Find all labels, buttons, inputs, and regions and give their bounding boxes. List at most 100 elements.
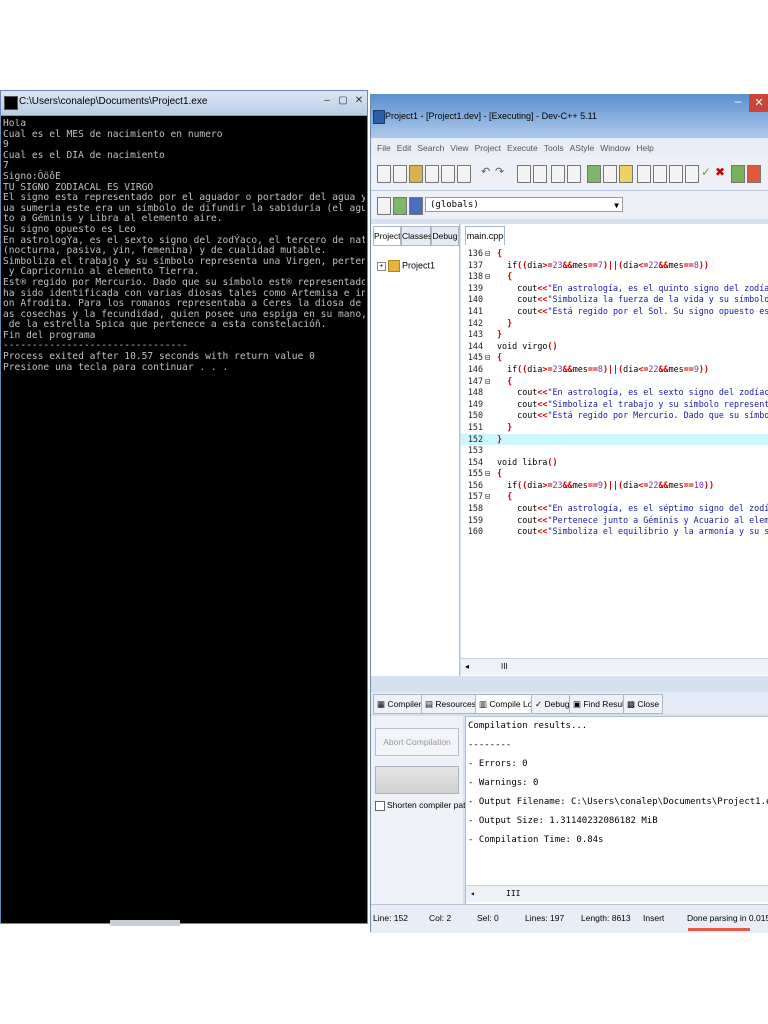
fold-icon[interactable]: ⊟ bbox=[485, 352, 493, 364]
tab-classes[interactable]: Classes bbox=[401, 226, 432, 246]
scroll-left-icon[interactable]: ◂ bbox=[465, 659, 469, 675]
console-titlebar[interactable]: C:\Users\conalep\Documents\Project1.exe … bbox=[1, 91, 367, 116]
scope-select[interactable]: (globals) ▼ bbox=[425, 197, 623, 212]
menu-item-edit[interactable]: Edit bbox=[397, 139, 412, 157]
code-line[interactable]: 155 ⊟ { bbox=[461, 468, 768, 480]
unindent-icon[interactable] bbox=[567, 165, 581, 183]
fold-icon[interactable]: ⊟ bbox=[485, 468, 493, 480]
bookmark-icon[interactable] bbox=[603, 165, 617, 183]
chart-icon[interactable] bbox=[731, 165, 745, 183]
open-icon[interactable] bbox=[393, 165, 407, 183]
grid-icon[interactable] bbox=[637, 165, 651, 183]
maximize-icon[interactable]: ▢ bbox=[335, 94, 351, 108]
tab-close[interactable]: ▩ Close bbox=[623, 694, 664, 714]
menu-item-view[interactable]: View bbox=[450, 139, 468, 157]
code-line[interactable]: 142 } bbox=[461, 318, 768, 330]
scroll-thumb[interactable]: III bbox=[506, 886, 520, 902]
code-area[interactable]: 136 ⊟{137 if((dia>=23&&mes==7)||(dia<=22&… bbox=[461, 248, 768, 658]
redo-icon[interactable]: ↷ bbox=[495, 165, 507, 181]
compile-icon[interactable] bbox=[653, 165, 667, 183]
code-line[interactable]: 146 if((dia>=23&&mes==8)||(dia<=22&&mes=… bbox=[461, 364, 768, 376]
log-horizontal-scrollbar[interactable]: ◂ III bbox=[466, 885, 768, 902]
code-line[interactable]: 153 bbox=[461, 445, 768, 457]
code-line[interactable]: 150 cout<<"Está regido por Mercurio. Dad… bbox=[461, 410, 768, 422]
code-line[interactable]: 158 cout<<"En astrología, es el séptimo … bbox=[461, 503, 768, 515]
ide-titlebar[interactable]: Project1 - [Project1.dev] - [Executing] … bbox=[371, 94, 768, 138]
code-line[interactable]: 156 if((dia>=23&&mes==9)||(dia<=22&&mes=… bbox=[461, 480, 768, 492]
code-line[interactable]: 159 cout<<"Pertenece junto a Géminis y A… bbox=[461, 515, 768, 527]
code-line[interactable]: 137 if((dia>=23&&mes==7)||(dia<=22&&mes=… bbox=[461, 260, 768, 272]
menu-item-help[interactable]: Help bbox=[636, 139, 653, 157]
save-all-icon[interactable] bbox=[425, 165, 439, 183]
code-line[interactable]: 151 } bbox=[461, 422, 768, 434]
insert-icon[interactable] bbox=[393, 197, 407, 215]
code-line[interactable]: 138 ⊟ { bbox=[461, 271, 768, 283]
close-file-icon[interactable] bbox=[441, 165, 455, 183]
code-line[interactable]: 136 ⊟ { bbox=[461, 248, 768, 260]
code-editor[interactable]: main.cpp 136 ⊟{137 if((dia>=23&&mes==7)||… bbox=[461, 224, 768, 676]
tab-project[interactable]: Project bbox=[373, 226, 401, 246]
menu-item-file[interactable]: File bbox=[377, 139, 391, 157]
ide-window[interactable]: Project1 - [Project1.dev] - [Executing] … bbox=[370, 94, 768, 933]
code-line[interactable]: 147 ⊟ { bbox=[461, 376, 768, 388]
find-icon[interactable] bbox=[517, 165, 531, 183]
abort-compilation-button[interactable]: Abort Compilation bbox=[375, 728, 459, 756]
scroll-thumb[interactable]: III bbox=[501, 659, 508, 675]
code-line[interactable]: 143} bbox=[461, 329, 768, 341]
menu-item-tools[interactable]: Tools bbox=[544, 139, 564, 157]
fold-icon[interactable]: ⊟ bbox=[485, 271, 493, 283]
shorten-paths-option[interactable]: Shorten compiler paths bbox=[375, 800, 474, 811]
code-line[interactable]: 154 void libra() bbox=[461, 457, 768, 469]
line-number: 151 bbox=[467, 421, 483, 432]
close-icon[interactable]: ✕ bbox=[351, 94, 367, 108]
tab-resources[interactable]: ▤ Resources bbox=[421, 694, 481, 714]
stop-icon[interactable]: ✖ bbox=[715, 165, 727, 181]
tab-main-cpp[interactable]: main.cpp bbox=[465, 226, 505, 245]
close-icon[interactable]: ✕ bbox=[749, 94, 768, 112]
code-line[interactable]: 148 cout<<"En astrología, es el sexto si… bbox=[461, 387, 768, 399]
class-browser-icon[interactable] bbox=[377, 197, 391, 215]
minimize-icon[interactable]: – bbox=[727, 94, 749, 112]
fold-icon[interactable]: ⊟ bbox=[485, 491, 493, 503]
line-number: 144 bbox=[467, 340, 483, 351]
code-line[interactable]: 141 cout<<"Está regido por el Sol. Su si… bbox=[461, 306, 768, 318]
code-line[interactable]: 144 void virgo() bbox=[461, 341, 768, 353]
project-tree-item[interactable]: + Project1 bbox=[377, 260, 435, 272]
save-icon[interactable] bbox=[409, 165, 423, 183]
tab-debug-panel[interactable]: ✓ Debug bbox=[531, 694, 574, 714]
menu-item-window[interactable]: Window bbox=[600, 139, 630, 157]
tab-debug[interactable]: Debug bbox=[431, 226, 459, 246]
check-icon[interactable]: ✓ bbox=[701, 165, 713, 181]
fold-icon[interactable]: ⊟ bbox=[485, 248, 493, 260]
code-line[interactable]: 160 cout<<"Simboliza el equilibrio y la … bbox=[461, 526, 768, 538]
goto-icon[interactable] bbox=[587, 165, 601, 183]
toggle-icon[interactable] bbox=[409, 197, 423, 215]
replace-icon[interactable] bbox=[533, 165, 547, 183]
scroll-left-icon[interactable]: ◂ bbox=[470, 886, 475, 902]
minimize-icon[interactable]: – bbox=[319, 94, 335, 108]
project-icon[interactable] bbox=[619, 165, 633, 183]
code-line[interactable]: 139 cout<<"En astrología, es el quinto s… bbox=[461, 283, 768, 295]
editor-horizontal-scrollbar[interactable]: ◂ III bbox=[461, 658, 768, 675]
undo-icon[interactable]: ↶ bbox=[481, 165, 493, 181]
console-window[interactable]: C:\Users\conalep\Documents\Project1.exe … bbox=[0, 90, 368, 924]
menu-item-project[interactable]: Project bbox=[475, 139, 501, 157]
shorten-paths-checkbox[interactable] bbox=[375, 800, 385, 811]
code-line[interactable]: 149 cout<<"Simboliza el trabajo y su sím… bbox=[461, 399, 768, 411]
debug-icon[interactable] bbox=[747, 165, 761, 183]
code-line[interactable]: 145 ⊟ { bbox=[461, 352, 768, 364]
menu-item-execute[interactable]: Execute bbox=[507, 139, 538, 157]
expand-icon[interactable]: + bbox=[377, 261, 386, 271]
menu-item-search[interactable]: Search bbox=[417, 139, 444, 157]
code-line[interactable]: 157 ⊟ { bbox=[461, 491, 768, 503]
indent-icon[interactable] bbox=[551, 165, 565, 183]
code-line[interactable]: 140 cout<<"Simboliza la fuerza de la vid… bbox=[461, 294, 768, 306]
print-icon[interactable] bbox=[457, 165, 471, 183]
menu-item-astyle[interactable]: AStyle bbox=[570, 139, 595, 157]
run-icon[interactable] bbox=[669, 165, 683, 183]
code-line[interactable]: 152} bbox=[461, 433, 768, 446]
fold-icon[interactable]: ⊟ bbox=[485, 376, 493, 388]
new-file-icon[interactable] bbox=[377, 165, 391, 183]
compile-run-icon[interactable] bbox=[685, 165, 699, 183]
tab-compiler[interactable]: ▦ Compiler bbox=[373, 694, 426, 714]
